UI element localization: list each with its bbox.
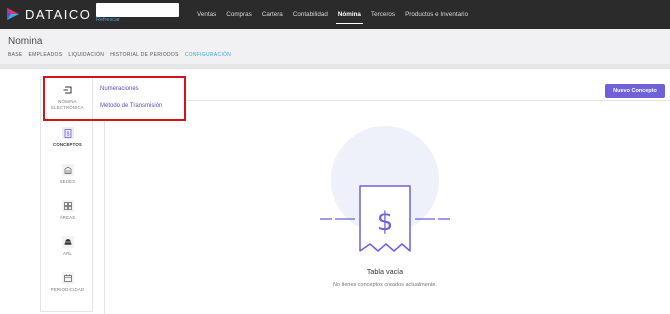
empty-state-subtitle: No tienes conceptos creados actualmente. (333, 282, 437, 288)
brand-logo-icon (6, 7, 20, 21)
new-concept-button[interactable]: Nuevo Concepto (605, 84, 665, 98)
grid-icon (61, 200, 74, 212)
nav-item-contabilidad[interactable]: Contabilidad (288, 0, 333, 29)
nav-item-ventas[interactable]: Ventas (192, 0, 221, 29)
subtabs: BASE EMPLEADOS LIQUIDACIÓN HISTORIAL DE … (8, 52, 237, 58)
nav-item-cartera[interactable]: Cartera (257, 0, 288, 29)
top-navbar: DATAICO Refrescar Ventas Compras Cartera… (0, 0, 670, 29)
svg-text:$: $ (66, 131, 69, 137)
nav-item-compras[interactable]: Compras (221, 0, 257, 29)
building-icon (61, 164, 74, 176)
highlight-annotation-box (43, 76, 186, 121)
sidebar-item-periodicidad[interactable]: PERIODICIDAD (41, 272, 94, 292)
calendar-icon (61, 272, 74, 284)
page-title: Nomina (8, 36, 43, 47)
brand-logo[interactable]: DATAICO (6, 6, 91, 22)
nav-item-nomina[interactable]: Nómina (333, 0, 366, 29)
subtab-configuracion[interactable]: CONFIGURACIÓN (185, 52, 231, 58)
subtab-base[interactable]: BASE (8, 52, 23, 58)
subtab-historial[interactable]: HISTORIAL DE PERIODOS (110, 52, 179, 58)
sidebar-item-label: SEDES (59, 179, 76, 184)
nav-item-terceros[interactable]: Terceros (366, 0, 400, 29)
svg-text:$: $ (377, 207, 394, 237)
helmet-icon (61, 236, 74, 248)
sidebar-item-label: ÁREAS (59, 215, 76, 220)
sidebar-item-label: PERIODICIDAD (50, 287, 85, 292)
subtab-empleados[interactable]: EMPLEADOS (29, 52, 63, 58)
main-nav: Ventas Compras Cartera Contabilidad Nómi… (192, 0, 473, 29)
refresh-link[interactable]: Refrescar (96, 17, 120, 23)
sidebar-item-arl[interactable]: ARL (41, 236, 94, 256)
sidebar-item-areas[interactable]: ÁREAS (41, 200, 94, 220)
empty-receipt-icon: $ (320, 120, 450, 255)
empty-state-title: Tabla vacía (366, 267, 404, 276)
nav-item-productos[interactable]: Productos e Inventario (400, 0, 473, 29)
sidebar-item-label: CONCEPTOS (53, 142, 82, 147)
sidebar-item-label: ARL (63, 251, 72, 256)
brand-name: DATAICO (25, 6, 92, 22)
page-header (0, 29, 670, 65)
sidebar-item-conceptos[interactable]: $ CONCEPTOS (41, 127, 94, 147)
sidebar-item-sedes[interactable]: SEDES (41, 164, 94, 184)
concepts-icon: $ (61, 127, 74, 139)
company-selector[interactable] (96, 3, 179, 17)
subtab-liquidacion[interactable]: LIQUIDACIÓN (68, 52, 104, 58)
